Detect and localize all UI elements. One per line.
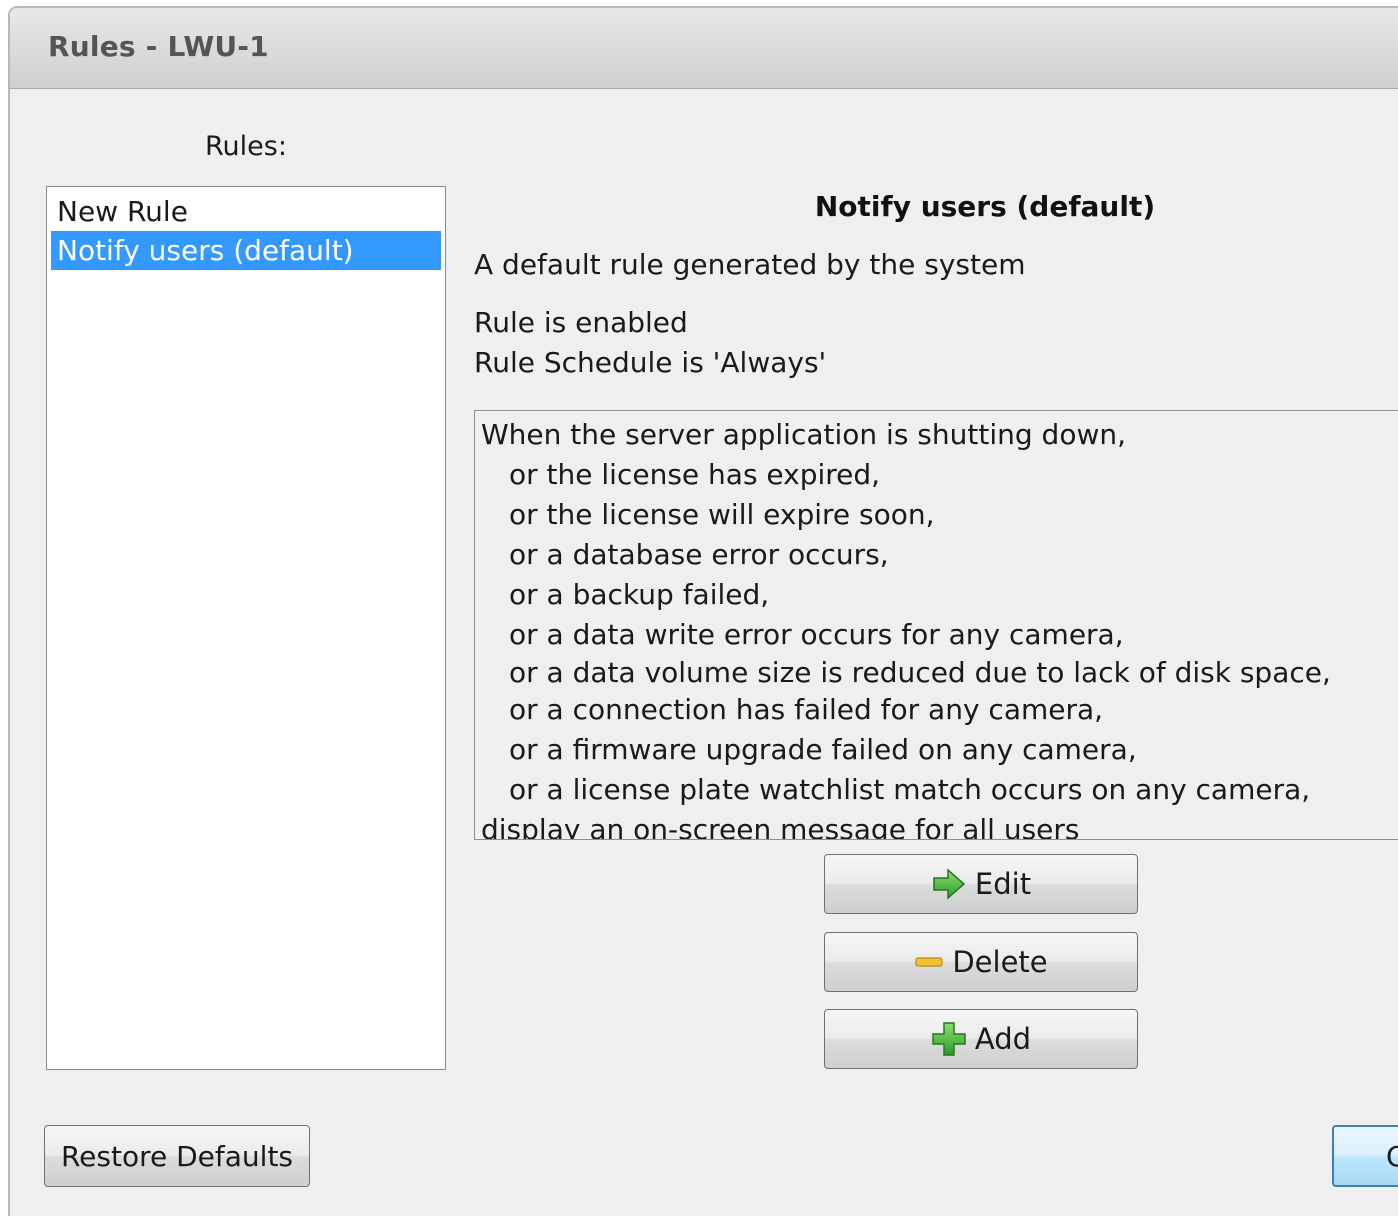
summary-line: or the license has expired, bbox=[509, 458, 881, 491]
summary-line: or the license will expire soon, bbox=[509, 498, 935, 531]
ok-button-label: O bbox=[1386, 1140, 1398, 1173]
summary-line: or a backup failed, bbox=[509, 578, 770, 611]
summary-line: or a connection has failed for any camer… bbox=[509, 693, 1104, 726]
rule-summary-box[interactable]: When the server application is shutting … bbox=[474, 410, 1398, 840]
rule-list-item-new-rule[interactable]: New Rule bbox=[51, 192, 441, 231]
add-button[interactable]: Add bbox=[824, 1009, 1138, 1069]
rules-list[interactable]: New Rule Notify users (default) bbox=[46, 186, 446, 1070]
summary-line: or a firmware upgrade failed on any came… bbox=[509, 733, 1137, 766]
summary-line: or a data volume size is reduced due to … bbox=[509, 656, 1331, 689]
summary-line: or a database error occurs, bbox=[509, 538, 889, 571]
restore-defaults-label: Restore Defaults bbox=[60, 1139, 294, 1173]
delete-button-label: Delete bbox=[952, 945, 1048, 979]
summary-line: display an on-screen message for all use… bbox=[481, 813, 1080, 840]
plus-icon bbox=[931, 1021, 967, 1057]
rules-label: Rules: bbox=[205, 131, 287, 162]
summary-line: or a data write error occurs for any cam… bbox=[509, 618, 1124, 651]
delete-button[interactable]: Delete bbox=[824, 932, 1138, 992]
rules-dialog: Rules - LWU-1 Rules: New Rule Notify use… bbox=[8, 6, 1398, 1216]
summary-line: or a license plate watchlist match occur… bbox=[509, 773, 1311, 806]
rule-description: A default rule generated by the system bbox=[474, 248, 1026, 281]
edit-button-label: Edit bbox=[974, 867, 1032, 901]
ok-button[interactable]: O bbox=[1332, 1125, 1398, 1187]
minus-icon bbox=[914, 944, 944, 980]
rule-schedule-status: Rule Schedule is 'Always' bbox=[474, 346, 827, 379]
rule-list-item-notify-users[interactable]: Notify users (default) bbox=[51, 231, 441, 270]
rule-name-heading: Notify users (default) bbox=[814, 190, 1156, 223]
arrow-right-icon bbox=[931, 866, 967, 902]
rule-enabled-status: Rule is enabled bbox=[474, 306, 688, 339]
restore-defaults-button[interactable]: Restore Defaults bbox=[44, 1125, 310, 1187]
rule-name-container: Notify users (default) bbox=[710, 190, 1260, 223]
add-button-label: Add bbox=[974, 1022, 1032, 1056]
summary-line: When the server application is shutting … bbox=[481, 418, 1126, 451]
window-title: Rules - LWU-1 bbox=[48, 30, 269, 63]
title-bar[interactable]: Rules - LWU-1 bbox=[10, 8, 1398, 89]
edit-button[interactable]: Edit bbox=[824, 854, 1138, 914]
rule-status: Rule is enabled Rule Schedule is 'Always… bbox=[474, 303, 826, 383]
